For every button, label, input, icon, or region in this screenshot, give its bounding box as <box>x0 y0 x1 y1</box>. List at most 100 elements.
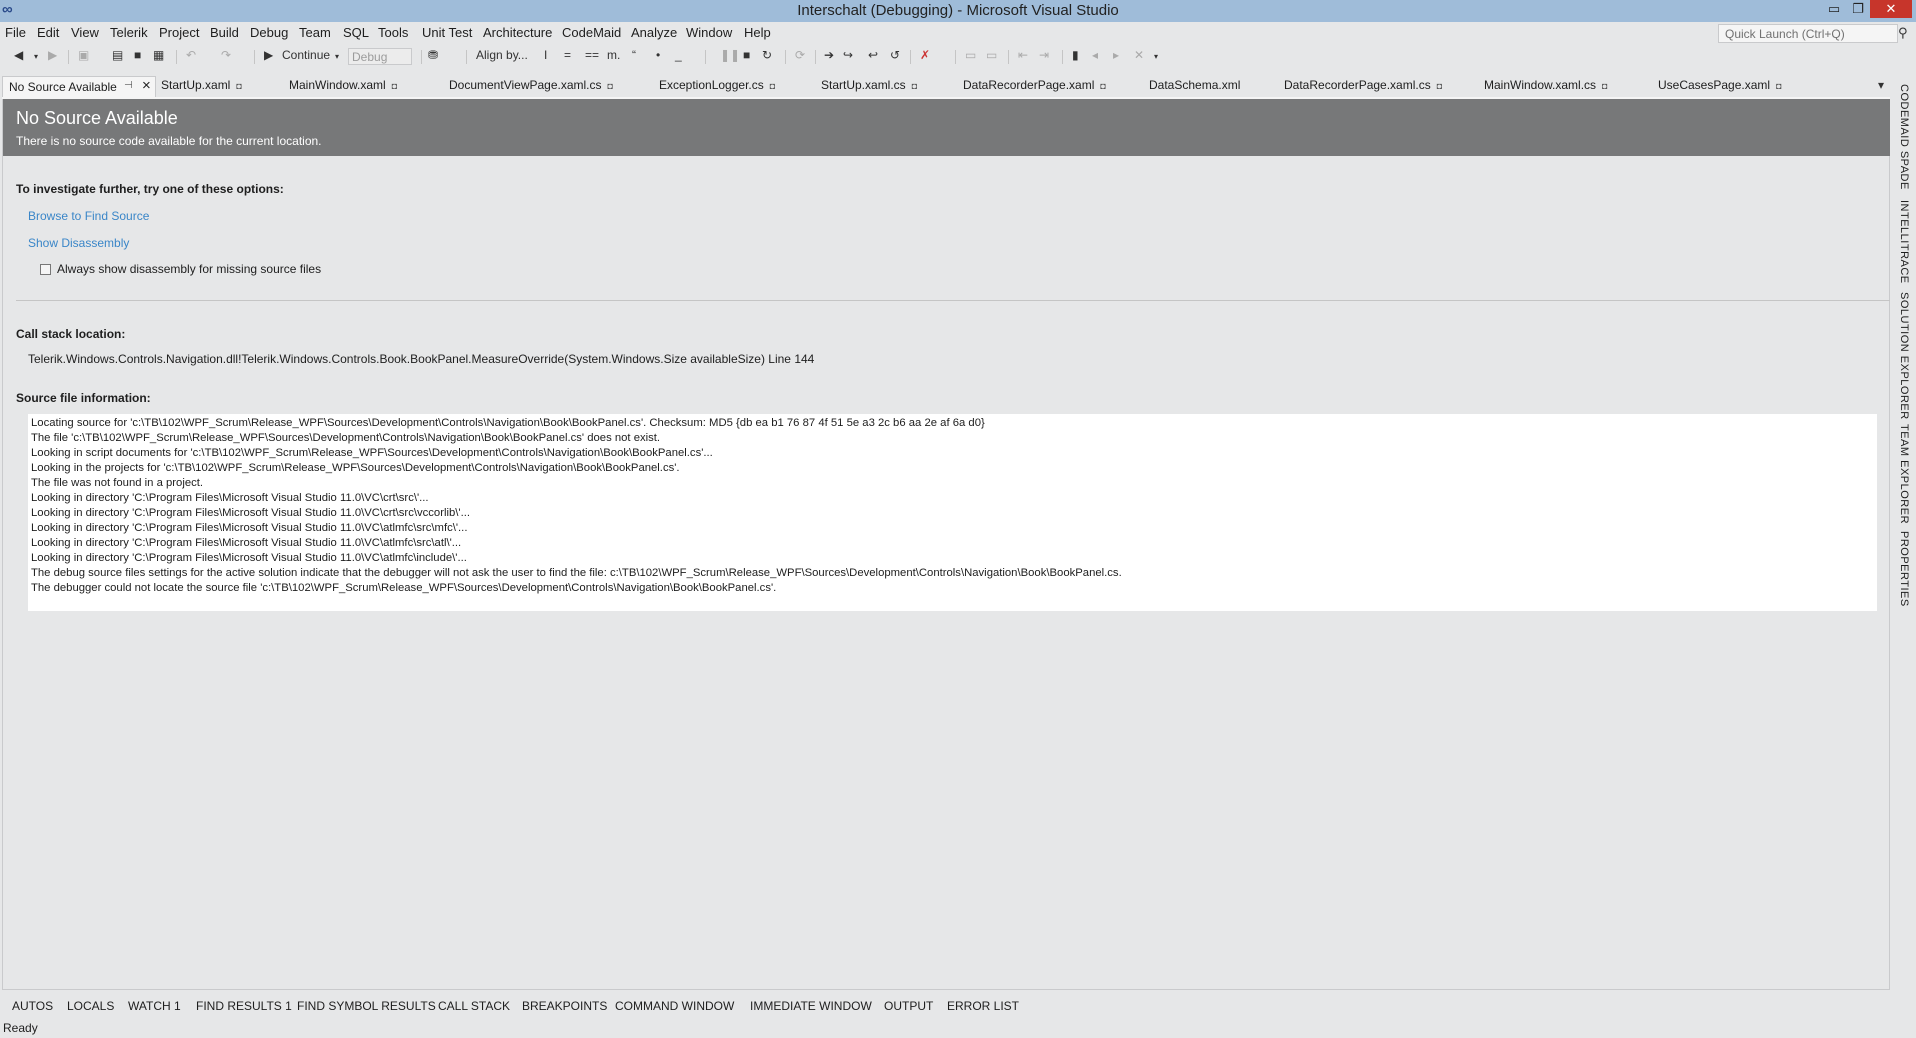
menu-telerik[interactable]: Telerik <box>110 25 148 40</box>
toolbar-overflow-icon[interactable]: ▾ <box>1154 52 1158 61</box>
tab-exceptionlogger-cs[interactable]: ExceptionLogger.cs ◘ <box>659 78 775 92</box>
back-dropdown-icon[interactable]: ▾ <box>34 52 38 61</box>
step-out-icon[interactable]: ↩ <box>868 48 878 62</box>
show-disassembly-link[interactable]: Show Disassembly <box>28 236 129 250</box>
tab-mainwindow-xaml-cs[interactable]: MainWindow.xaml.cs ◘ <box>1484 78 1607 92</box>
tab-immediate-window[interactable]: IMMEDIATE WINDOW <box>750 999 872 1013</box>
indent-icon[interactable]: ⇤ <box>1018 48 1028 62</box>
log-line: Locating source for 'c:\TB\102\WPF_Scrum… <box>31 417 985 429</box>
stop-icon[interactable]: ■ <box>743 48 750 62</box>
rail-solution-explorer[interactable]: SOLUTION EXPLORER <box>1898 292 1910 420</box>
tab-autos[interactable]: AUTOS <box>12 999 53 1013</box>
menu-tools[interactable]: Tools <box>378 25 408 40</box>
continue-dropdown-icon[interactable]: ▾ <box>335 52 339 61</box>
menu-help[interactable]: Help <box>744 25 771 40</box>
menu-window[interactable]: Window <box>686 25 732 40</box>
align-m-icon[interactable]: m. <box>607 48 620 62</box>
redo-icon[interactable]: ↷ <box>221 48 231 62</box>
menu-view[interactable]: View <box>71 25 99 40</box>
tab-label: ExceptionLogger.cs <box>659 78 764 92</box>
quick-launch-input[interactable]: Quick Launch (Ctrl+Q) <box>1718 24 1898 43</box>
comment-icon[interactable]: ▭ <box>965 48 976 62</box>
undo-icon[interactable]: ↶ <box>186 48 196 62</box>
tab-output[interactable]: OUTPUT <box>884 999 933 1013</box>
tab-overflow-dropdown-icon[interactable]: ▾ <box>1878 78 1884 92</box>
tab-find-symbol-results[interactable]: FIND SYMBOL RESULTS <box>297 999 436 1013</box>
underscore-icon[interactable]: _ <box>675 48 682 62</box>
tab-locals[interactable]: LOCALS <box>67 999 114 1013</box>
menu-edit[interactable]: Edit <box>37 25 59 40</box>
tab-documentviewpage-xaml-cs[interactable]: DocumentViewPage.xaml.cs ◘ <box>449 78 613 92</box>
pause-icon[interactable]: ❚❚ <box>720 48 740 62</box>
menu-file[interactable]: File <box>5 25 26 40</box>
prev-bookmark-icon[interactable]: ◂ <box>1092 48 1098 62</box>
tab-datarecorderpage-xaml-cs[interactable]: DataRecorderPage.xaml.cs ◘ <box>1284 78 1442 92</box>
menu-team[interactable]: Team <box>299 25 331 40</box>
log-line: The file 'c:\TB\102\WPF_Scrum\Release_WP… <box>31 432 661 444</box>
restore-button[interactable]: ❐ <box>1846 0 1870 18</box>
back-icon[interactable]: ◀ <box>14 48 23 62</box>
save-all-icon[interactable]: ▦ <box>153 48 164 62</box>
tab-breakpoints[interactable]: BREAKPOINTS <box>522 999 607 1013</box>
tab-usecasespage-xaml[interactable]: UseCasesPage.xaml ◘ <box>1658 78 1782 92</box>
log-line: Looking in directory 'C:\Program Files\M… <box>31 552 467 564</box>
step-over-icon[interactable]: ↪ <box>843 48 853 62</box>
save-icon[interactable]: ■ <box>134 48 141 62</box>
restart-icon[interactable]: ↻ <box>762 48 772 62</box>
menu-analyze[interactable]: Analyze <box>631 25 677 40</box>
rail-properties[interactable]: PROPERTIES <box>1898 531 1910 607</box>
tab-dataschema-xml[interactable]: DataSchema.xml <box>1149 78 1240 92</box>
tab-watch-1[interactable]: WATCH 1 <box>128 999 181 1013</box>
text-cursor-icon[interactable]: I <box>544 48 547 62</box>
tab-mainwindow-xaml[interactable]: MainWindow.xaml ◘ <box>289 78 397 92</box>
always-show-disassembly-checkbox[interactable] <box>40 264 51 275</box>
minimize-button[interactable]: ▭ <box>1822 0 1846 18</box>
menu-unit-test[interactable]: Unit Test <box>422 25 472 40</box>
menu-codemaid[interactable]: CodeMaid <box>562 25 621 40</box>
tab-error-list[interactable]: ERROR LIST <box>947 999 1019 1013</box>
show-next-statement-icon[interactable]: ⟳ <box>795 48 805 62</box>
log-line: Looking in directory 'C:\Program Files\M… <box>31 522 468 534</box>
menu-debug[interactable]: Debug <box>250 25 288 40</box>
quote-icon[interactable]: “ <box>632 48 636 62</box>
log-line: Looking in directory 'C:\Program Files\M… <box>31 537 462 549</box>
menu-build[interactable]: Build <box>210 25 239 40</box>
dot-icon[interactable]: • <box>656 48 660 62</box>
continue-play-icon[interactable]: ▶ <box>264 48 273 62</box>
open-file-icon[interactable]: ▤ <box>112 48 123 62</box>
find-icon[interactable]: ⛃ <box>428 48 438 62</box>
align-by-button[interactable]: Align by... <box>476 48 528 62</box>
tab-label: UseCasesPage.xaml <box>1658 78 1771 92</box>
step-into-icon[interactable]: ➔ <box>824 48 834 62</box>
rail-codemaid-spade[interactable]: CODEMAID SPADE <box>1898 84 1910 190</box>
tab-call-stack[interactable]: CALL STACK <box>438 999 510 1013</box>
menu-sql[interactable]: SQL <box>343 25 369 40</box>
bookmark-icon[interactable]: ▮ <box>1072 48 1079 62</box>
tab-startup-xaml-cs[interactable]: StartUp.xaml.cs ◘ <box>821 78 917 92</box>
uncomment-icon[interactable]: ▭ <box>986 48 997 62</box>
next-bookmark-icon[interactable]: ▸ <box>1113 48 1119 62</box>
outdent-icon[interactable]: ⇥ <box>1039 48 1049 62</box>
tab-label: DocumentViewPage.xaml.cs <box>449 78 602 92</box>
search-icon[interactable]: ⚲ <box>1898 25 1908 41</box>
breakpoint-toggle-icon[interactable]: ✗ <box>920 48 930 62</box>
tab-command-window[interactable]: COMMAND WINDOW <box>615 999 734 1013</box>
browse-to-find-source-link[interactable]: Browse to Find Source <box>28 209 149 223</box>
tab-datarecorderpage-xaml[interactable]: DataRecorderPage.xaml ◘ <box>963 78 1106 92</box>
align-equal-icon[interactable]: = <box>564 48 571 62</box>
continue-button[interactable]: Continue <box>282 48 330 62</box>
clear-bookmarks-icon[interactable]: ✕ <box>1134 48 1144 62</box>
status-bar: Ready <box>0 1018 1916 1038</box>
menu-project[interactable]: Project <box>159 25 199 40</box>
rail-team-explorer[interactable]: TEAM EXPLORER <box>1898 424 1910 524</box>
solution-config-select[interactable]: Debug <box>348 48 412 65</box>
tab-startup-xaml[interactable]: StartUp.xaml ◘ <box>161 78 242 92</box>
align-double-equal-icon[interactable]: == <box>585 48 599 62</box>
rail-intellitrace[interactable]: INTELLITRACE <box>1898 200 1910 284</box>
forward-icon[interactable]: ▶ <box>48 48 57 62</box>
refresh-icon[interactable]: ↺ <box>890 48 900 62</box>
close-window-button[interactable]: ✕ <box>1870 0 1912 18</box>
menu-architecture[interactable]: Architecture <box>483 25 552 40</box>
tab-find-results-1[interactable]: FIND RESULTS 1 <box>196 999 292 1013</box>
new-project-icon[interactable]: ▣ <box>78 48 89 62</box>
